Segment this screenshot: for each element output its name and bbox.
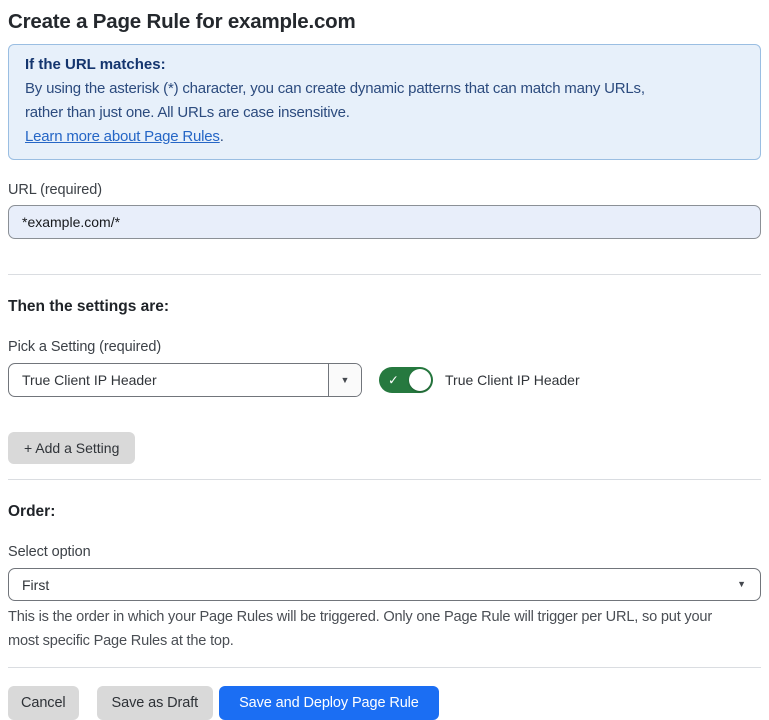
divider [8, 667, 761, 668]
chevron-down-icon: ▼ [737, 580, 746, 589]
footer-actions: Cancel Save as Draft Save and Deploy Pag… [8, 686, 761, 720]
url-input[interactable] [8, 205, 761, 239]
info-link-row: Learn more about Page Rules. [25, 125, 744, 149]
info-box-heading: If the URL matches: [25, 53, 744, 77]
setting-select-arrow-box[interactable]: ▼ [328, 364, 361, 396]
add-setting-button[interactable]: + Add a Setting [8, 432, 135, 464]
order-help-line2: most specific Page Rules at the top. [8, 629, 761, 653]
create-page-rule-form: Create a Page Rule for example.com If th… [0, 7, 769, 720]
setting-select[interactable]: True Client IP Header ▼ [8, 363, 362, 397]
order-select-value: First [9, 577, 737, 593]
order-help-text: This is the order in which your Page Rul… [8, 605, 761, 653]
url-field-label: URL (required) [8, 180, 761, 200]
learn-more-link[interactable]: Learn more about Page Rules [25, 128, 220, 145]
setting-row: True Client IP Header ▼ ✓ True Client IP… [8, 363, 761, 397]
order-select-label: Select option [8, 542, 761, 562]
divider [8, 479, 761, 480]
chevron-down-icon: ▼ [341, 376, 350, 385]
toggle-knob [409, 369, 431, 391]
divider [8, 274, 761, 275]
info-box-body-line2: rather than just one. All URLs are case … [25, 101, 744, 125]
settings-section-heading: Then the settings are: [8, 296, 761, 317]
setting-toggle[interactable]: ✓ [379, 367, 433, 393]
info-box-body-line1: By using the asterisk (*) character, you… [25, 77, 744, 101]
order-select[interactable]: First ▼ [8, 568, 761, 601]
setting-select-value: True Client IP Header [9, 372, 328, 388]
pick-setting-label: Pick a Setting (required) [8, 337, 761, 357]
order-section-heading: Order: [8, 501, 761, 522]
url-match-info-box: If the URL matches: By using the asteris… [8, 44, 761, 160]
cancel-button[interactable]: Cancel [8, 686, 79, 720]
save-and-deploy-button[interactable]: Save and Deploy Page Rule [219, 686, 439, 720]
link-suffix: . [220, 128, 224, 145]
order-help-line1: This is the order in which your Page Rul… [8, 605, 761, 629]
toggle-label: True Client IP Header [445, 372, 580, 388]
check-icon: ✓ [388, 374, 399, 387]
page-title: Create a Page Rule for example.com [8, 7, 761, 37]
save-as-draft-button[interactable]: Save as Draft [97, 686, 214, 720]
